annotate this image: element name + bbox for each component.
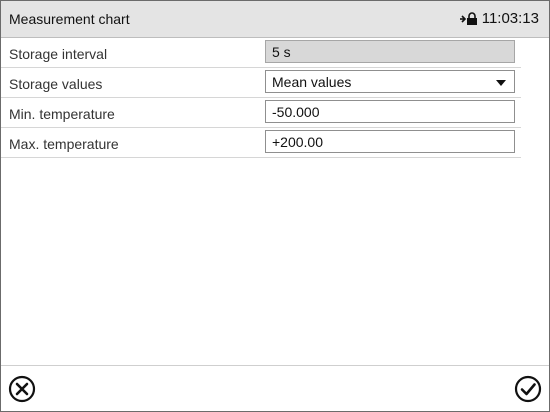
max-temperature-label: Max. temperature: [9, 136, 119, 152]
storage-values-dropdown[interactable]: Mean values: [265, 70, 515, 93]
storage-values-label: Storage values: [9, 76, 103, 92]
chevron-down-icon: [496, 80, 506, 86]
storage-interval-label: Storage interval: [9, 46, 108, 62]
max-temperature-field-box: [265, 130, 515, 153]
min-temperature-field-box: [265, 100, 515, 123]
page-title: Measurement chart: [9, 11, 130, 27]
check-circle-icon[interactable]: [513, 374, 543, 404]
min-temperature-input[interactable]: [272, 104, 502, 120]
close-circle-icon[interactable]: [7, 374, 37, 404]
measurement-chart-screen: Measurement chart 11:03:13 Storage inter…: [0, 0, 550, 412]
max-temperature-row: Max. temperature: [1, 128, 521, 158]
min-temperature-label: Min. temperature: [9, 106, 115, 122]
storage-interval-row: Storage interval 5 s: [1, 38, 521, 68]
storage-values-row: Storage values Mean values: [1, 68, 521, 98]
clock-time: 11:03:13: [481, 10, 539, 27]
status-area: 11:03:13: [459, 10, 539, 27]
max-temperature-input[interactable]: [272, 134, 502, 150]
storage-interval-value: 5 s: [265, 40, 515, 63]
min-temperature-row: Min. temperature: [1, 98, 521, 128]
storage-values-selected: Mean values: [272, 74, 352, 90]
footer-divider: [1, 365, 549, 366]
door-lock-icon: [459, 11, 477, 25]
title-bar: Measurement chart 11:03:13: [1, 1, 549, 38]
